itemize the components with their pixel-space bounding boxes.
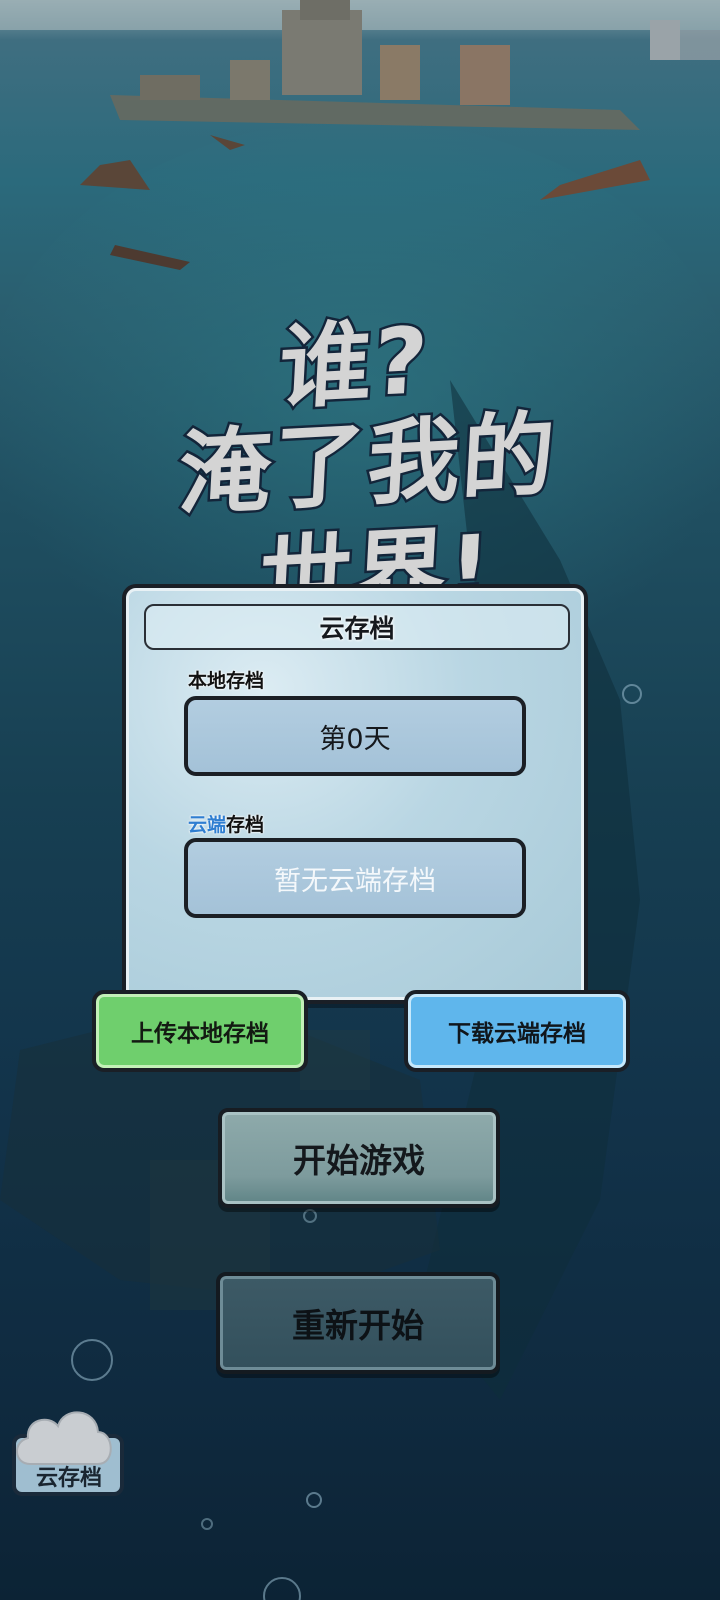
download-button-label: 下载云端存档 bbox=[448, 1021, 586, 1047]
local-save-value: 第0天 bbox=[319, 723, 391, 755]
cloud-save-button[interactable]: 云存档 bbox=[4, 1411, 124, 1500]
cloud-save-slot: 暂无云端存档 bbox=[184, 838, 526, 918]
cloud-save-label: 云端存档 bbox=[188, 810, 264, 837]
cloud-label-suffix: 存档 bbox=[226, 814, 265, 836]
cloud-save-value: 暂无云端存档 bbox=[274, 865, 436, 897]
start-button-label: 开始游戏 bbox=[293, 1141, 425, 1180]
panel-title: 云存档 bbox=[144, 604, 570, 650]
start-game-button[interactable]: 开始游戏 bbox=[218, 1108, 500, 1208]
upload-local-save-button[interactable]: 上传本地存档 bbox=[92, 990, 308, 1072]
local-save-slot: 第0天 bbox=[184, 696, 526, 776]
upload-button-label: 上传本地存档 bbox=[131, 1021, 269, 1047]
restart-button-label: 重新开始 bbox=[292, 1306, 424, 1345]
restart-game-button[interactable]: 重新开始 bbox=[216, 1272, 500, 1374]
cloud-save-panel: 云存档 本地存档 第0天 云端存档 暂无云端存档 bbox=[122, 584, 588, 1004]
cloud-save-button-label: 云存档 bbox=[35, 1466, 102, 1491]
cloud-label-accent: 云端 bbox=[188, 814, 227, 836]
local-save-label: 本地存档 bbox=[188, 670, 265, 692]
download-cloud-save-button[interactable]: 下载云端存档 bbox=[404, 990, 630, 1072]
game-title-logo: 谁? 淹了我的 世界! bbox=[150, 280, 570, 637]
